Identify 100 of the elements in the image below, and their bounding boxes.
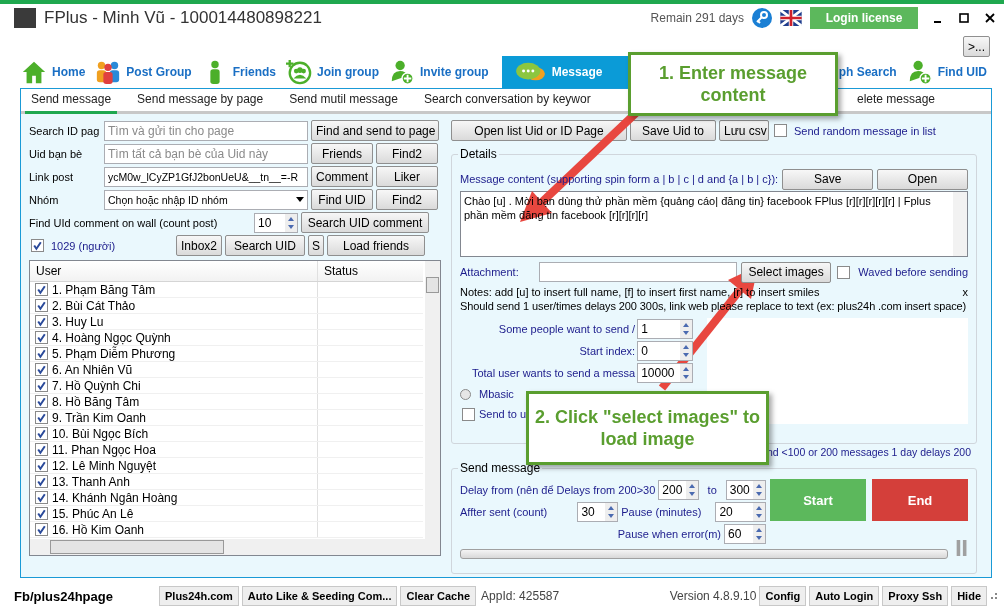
toolbar-tab[interactable]: Post Group bbox=[92, 56, 199, 88]
uid-field[interactable]: Tìm tất cả bạn bè của Uid này bbox=[104, 143, 308, 164]
status-button[interactable]: Auto Like & Seeding Com... bbox=[241, 586, 398, 606]
tab[interactable]: Send mutil message bbox=[283, 89, 404, 111]
search-page-field[interactable]: Tìm và gửi tin cho page bbox=[104, 120, 308, 141]
save-uid-button[interactable]: Save Uid to bbox=[630, 120, 716, 141]
toolbar-tab[interactable]: Join group bbox=[283, 56, 387, 88]
flag-icon[interactable] bbox=[780, 10, 802, 26]
action-button[interactable]: S bbox=[308, 235, 324, 256]
toolbar-tab[interactable]: Friends bbox=[198, 56, 284, 88]
status-button[interactable]: Plus24h.com bbox=[159, 586, 239, 606]
checkbox[interactable] bbox=[35, 283, 48, 296]
spinner-arrows-icon[interactable] bbox=[605, 503, 618, 521]
tab[interactable]: elete message bbox=[850, 89, 941, 111]
key-icon[interactable] bbox=[752, 8, 772, 28]
number-field[interactable]: 30 bbox=[577, 502, 619, 522]
open-button[interactable]: Open bbox=[877, 168, 968, 190]
checkbox[interactable] bbox=[31, 239, 44, 252]
radio-button[interactable] bbox=[460, 388, 471, 400]
action-button[interactable]: Friends bbox=[311, 143, 373, 164]
action-button[interactable]: Search UID bbox=[225, 235, 305, 256]
spinner-arrows-icon[interactable] bbox=[753, 503, 765, 521]
close-button[interactable]: x bbox=[962, 286, 968, 298]
number-field[interactable]: 0 bbox=[637, 341, 694, 361]
toolbar-tab[interactable]: Invite group bbox=[386, 56, 496, 88]
field-label: Delay from (nên để Delays from 200>30 bbox=[460, 484, 656, 496]
tab[interactable]: Send message bbox=[25, 89, 118, 114]
vertical-scrollbar[interactable] bbox=[953, 192, 967, 256]
page-link[interactable]: Fb/plus24hpage bbox=[14, 588, 156, 604]
column-header[interactable]: Status bbox=[318, 261, 423, 281]
column-header[interactable]: User bbox=[30, 261, 318, 281]
search-comment-button[interactable]: Search UID comment bbox=[301, 212, 429, 233]
user-name: 3. Huy Lu bbox=[52, 314, 104, 329]
checkbox[interactable] bbox=[35, 523, 48, 536]
spinner-arrows-icon[interactable] bbox=[680, 320, 693, 338]
attachment-field[interactable] bbox=[538, 262, 737, 282]
status-button[interactable]: Config bbox=[759, 586, 807, 606]
checkbox[interactable] bbox=[35, 507, 48, 520]
link-field[interactable]: ycM0w_lCyZP1GfJ2bonUeU&__tn__=-R bbox=[104, 166, 308, 187]
spinner-arrows-icon[interactable] bbox=[680, 364, 693, 382]
maximize-icon[interactable] bbox=[958, 12, 970, 24]
select-images-button[interactable]: Select images bbox=[740, 261, 832, 283]
toolbar-tab[interactable]: ph Search bbox=[836, 56, 904, 88]
close-icon[interactable] bbox=[984, 12, 996, 24]
checkbox[interactable] bbox=[35, 443, 48, 456]
more-button[interactable]: >... bbox=[963, 36, 990, 57]
field-label: Attachment: bbox=[460, 266, 520, 278]
find-send-button[interactable]: Find and send to page bbox=[311, 120, 439, 141]
resize-grip-icon[interactable] bbox=[990, 592, 998, 600]
spinner-arrows-icon[interactable] bbox=[285, 213, 297, 232]
checkbox[interactable] bbox=[35, 347, 48, 360]
action-button[interactable]: Find2 bbox=[376, 143, 438, 164]
checkbox[interactable] bbox=[35, 395, 48, 408]
end-button[interactable]: End bbox=[872, 479, 968, 521]
checkbox[interactable] bbox=[35, 299, 48, 312]
checkbox[interactable] bbox=[35, 459, 48, 472]
spinner-arrows-icon[interactable] bbox=[753, 481, 765, 499]
app-id: AppId: 425587 bbox=[481, 589, 561, 603]
number-field[interactable]: 20 bbox=[715, 502, 766, 522]
checkbox[interactable] bbox=[35, 475, 48, 488]
action-button[interactable]: Comment bbox=[311, 166, 373, 187]
spinner-arrows-icon[interactable] bbox=[753, 525, 765, 543]
horizontal-scrollbar[interactable] bbox=[30, 539, 440, 555]
number-field[interactable]: 300 bbox=[725, 480, 766, 500]
action-button[interactable]: Find UID bbox=[311, 189, 373, 210]
checkbox[interactable] bbox=[35, 491, 48, 504]
checkbox[interactable] bbox=[35, 315, 48, 328]
checkbox[interactable] bbox=[774, 124, 787, 137]
number-field[interactable]: 60 bbox=[724, 524, 766, 544]
checkbox[interactable] bbox=[35, 363, 48, 376]
checkbox[interactable] bbox=[462, 407, 475, 421]
tab[interactable]: Search conversation by keywor bbox=[417, 89, 597, 111]
spinner-arrows-icon[interactable] bbox=[680, 342, 693, 360]
number-field[interactable]: 200 bbox=[658, 480, 699, 500]
checkbox[interactable] bbox=[35, 379, 48, 392]
status-button[interactable]: Clear Cache bbox=[400, 586, 477, 606]
status-button[interactable]: Hide bbox=[951, 586, 987, 606]
checkbox[interactable] bbox=[837, 265, 851, 279]
checkbox[interactable] bbox=[35, 331, 48, 344]
status-button[interactable]: Proxy Ssh bbox=[882, 586, 949, 606]
status-button[interactable]: Auto Login bbox=[809, 586, 880, 606]
spinner-arrows-icon[interactable] bbox=[685, 481, 698, 499]
toolbar-tab[interactable]: Find UID bbox=[903, 56, 994, 88]
checkbox[interactable] bbox=[35, 411, 48, 424]
action-button[interactable]: Liker bbox=[376, 166, 438, 187]
save-button[interactable]: Save bbox=[782, 168, 874, 190]
vertical-scrollbar[interactable] bbox=[425, 261, 440, 539]
number-field[interactable]: 10000 bbox=[637, 363, 694, 383]
callout-note: 2. Click "select images" to load image bbox=[526, 391, 769, 465]
action-button[interactable]: Find2 bbox=[376, 189, 438, 210]
tab[interactable]: Send message by page bbox=[131, 89, 270, 111]
checkbox[interactable] bbox=[35, 427, 48, 440]
save-csv-button[interactable]: Lưu csv bbox=[719, 120, 769, 141]
action-button[interactable]: Load friends bbox=[327, 235, 425, 256]
number-field[interactable]: 10 bbox=[254, 212, 298, 233]
group-dropdown[interactable]: Chọn hoặc nhập ID nhóm bbox=[104, 189, 308, 210]
toolbar-tab[interactable]: Home bbox=[18, 56, 93, 88]
action-button[interactable]: Inbox2 bbox=[176, 235, 222, 256]
number-field[interactable]: 1 bbox=[637, 319, 694, 339]
open-list-button[interactable]: Open list Uid or ID Page bbox=[451, 120, 627, 141]
